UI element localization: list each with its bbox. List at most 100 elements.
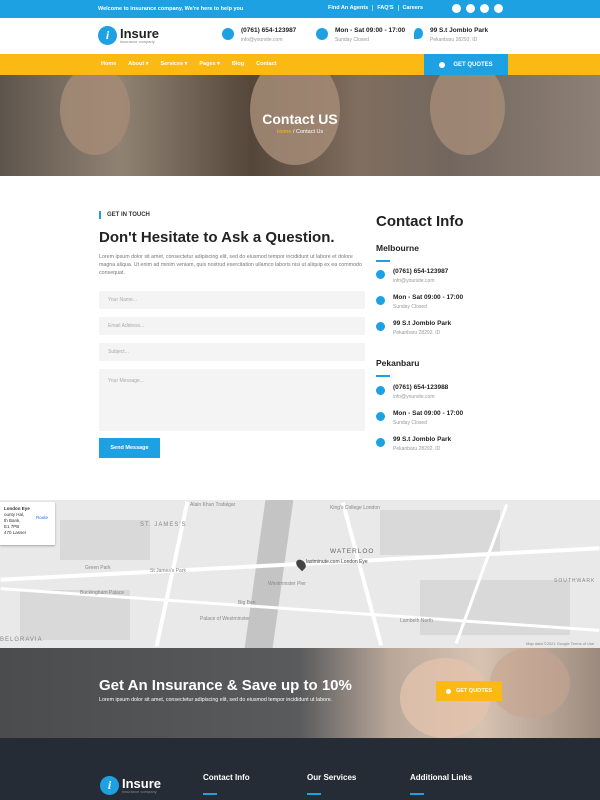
map-label: WATERLOO — [330, 548, 375, 555]
get-quotes-label: GET QUOTES — [453, 61, 493, 68]
nav-contact[interactable]: Contact — [256, 61, 276, 67]
link-careers[interactable]: Careers — [397, 5, 428, 11]
twitter-icon[interactable] — [466, 4, 475, 13]
breadcrumb-home[interactable]: Home — [277, 129, 292, 135]
user-icon — [445, 688, 451, 694]
logo-i-icon: i — [98, 26, 117, 45]
divider — [376, 375, 390, 377]
phone-icon — [376, 270, 385, 279]
facebook-icon[interactable] — [452, 4, 461, 13]
nav-pages[interactable]: Pages ▾ — [199, 61, 220, 67]
map-label: Alain Khun Trafalgar — [190, 502, 236, 508]
page-hero: Contact US Home / Contact Us — [0, 75, 600, 176]
cta-get-quotes-button[interactable]: GET QUOTES — [436, 681, 502, 701]
office-city: Melbourne — [376, 243, 419, 253]
link-faqs[interactable]: FAQ'S — [372, 5, 397, 11]
message-textarea[interactable]: Your Message... — [99, 369, 365, 431]
header-phone-number: (0761) 654-123987 — [241, 27, 297, 34]
send-message-button[interactable]: Send Message — [99, 438, 160, 458]
cta-button-label: GET QUOTES — [455, 688, 493, 694]
phone-text: (0761) 654-123988 — [393, 384, 449, 391]
office-hours: Mon - Sat 09:00 - 17:00 Sunday Closed — [376, 294, 463, 310]
phone-icon — [376, 386, 385, 395]
clock-icon — [316, 28, 328, 40]
footer-column-title: Contact Info — [203, 773, 250, 782]
hours-text: Mon - Sat 09:00 - 17:00 — [393, 410, 464, 417]
map-label: BELGRAVIA — [0, 637, 43, 643]
link-find-agents[interactable]: Find An Agents — [328, 5, 372, 11]
header-closed-text: Sunday Closed — [335, 37, 369, 43]
office-address: 99 S.t Jomblo Park Pekanbaru 28292. ID — [376, 436, 451, 452]
map-label: Lambeth North — [400, 618, 434, 624]
address-text: 99 S.t Jomblo Park — [393, 436, 452, 443]
section-kicker: GET IN TOUCH — [99, 211, 150, 219]
header: i Insure insurance company (0761) 654-12… — [0, 18, 600, 54]
map-label: St James's Park — [150, 568, 186, 574]
footer-column: Our Services — [307, 773, 356, 795]
nav-about[interactable]: About ▾ — [128, 61, 148, 67]
google-map[interactable]: Alain Khun Trafalgar ST. JAMES'S WATERLO… — [0, 500, 600, 648]
nav-home[interactable]: Home — [101, 61, 116, 67]
map-block — [60, 520, 150, 560]
zip-text: Pekanbaru 28292. ID — [393, 446, 441, 452]
youtube-icon[interactable] — [480, 4, 489, 13]
location-pin-icon — [376, 438, 385, 447]
contact-info-title: Contact Info — [376, 213, 464, 230]
user-icon — [439, 61, 446, 68]
map-label: Palace of Westminster — [200, 616, 250, 622]
map-label: ST. JAMES'S — [140, 522, 187, 528]
section-description: Lorem ipsum dolor sit amet, consectetur … — [99, 254, 362, 276]
top-links: Find An Agents FAQ'S Careers — [328, 5, 427, 11]
social-links — [452, 4, 503, 13]
cta-title: Get An Insurance & Save up to 10% — [99, 677, 352, 694]
subject-input[interactable]: Subject... — [99, 343, 365, 361]
phone-icon — [222, 28, 234, 40]
name-input[interactable]: Your Name... — [99, 291, 365, 309]
office-hours: Mon - Sat 09:00 - 17:00 Sunday Closed — [376, 410, 463, 426]
divider — [307, 793, 321, 795]
footer-logo[interactable]: i Insure insurance company — [100, 776, 161, 795]
map-label: Big Ben — [238, 600, 256, 606]
header-email: info@yoursite.com — [241, 37, 283, 43]
divider — [410, 793, 424, 795]
nav-blog[interactable]: Blog — [232, 61, 244, 67]
divider — [203, 793, 217, 795]
office-phone: (0761) 654-123987 info@yoursite.com — [376, 268, 448, 284]
location-pin-icon — [414, 28, 423, 39]
main-nav: Home About ▾ Services ▾ Pages ▾ Blog Con… — [0, 54, 600, 75]
office-address: 99 S.t Jomblo Park Pekanbaru 28292. ID — [376, 320, 451, 336]
whatsapp-icon[interactable] — [494, 4, 503, 13]
address-text: 99 S.t Jomblo Park — [393, 320, 452, 327]
logo-i-icon: i — [100, 776, 119, 795]
nav-services[interactable]: Services ▾ — [160, 61, 187, 67]
logo[interactable]: i Insure insurance company — [98, 26, 159, 45]
top-bar: Welcome to insurance company, We're here… — [0, 0, 600, 18]
clock-icon — [376, 296, 385, 305]
header-phone: (0761) 654-123987 info@yoursite.com — [222, 27, 296, 43]
map-label: King's College London — [330, 505, 380, 511]
footer-column: Contact Info — [203, 773, 250, 795]
footer-logo-tagline: insurance company — [122, 789, 157, 794]
divider — [376, 260, 390, 262]
map-copyright: Map data ©2021 Google Terms of Use — [526, 641, 595, 646]
get-quotes-button[interactable]: GET QUOTES — [424, 54, 508, 75]
footer-column: Additional Links — [410, 773, 472, 795]
map-label: SOUTHWARK — [554, 578, 596, 584]
closed-text: Sunday Closed — [393, 304, 427, 310]
footer-column-title: Our Services — [307, 773, 357, 782]
closed-text: Sunday Closed — [393, 420, 427, 426]
office-phone: (0761) 654-123988 info@yoursite.com — [376, 384, 448, 400]
header-hours-text: Mon - Sat 09:00 - 17:00 — [335, 27, 406, 34]
page-title: Contact US — [262, 111, 338, 127]
logo-tagline: insurance company — [120, 39, 155, 44]
map-label: Buckingham Palace — [80, 590, 125, 596]
footer: i Insure insurance company Contact Info … — [0, 738, 600, 800]
location-pin-icon — [376, 322, 385, 331]
email-input[interactable]: Email Address... — [99, 317, 365, 335]
breadcrumb-current: / Contact Us — [291, 129, 324, 135]
header-city-text: Pekanbaru 28292. ID — [430, 37, 478, 43]
route-link[interactable]: Route — [36, 515, 48, 521]
section-heading: Don't Hesitate to Ask a Question. — [99, 229, 335, 246]
map-label: Westminster Pier — [268, 581, 306, 587]
welcome-text: Welcome to insurance company, We're here… — [98, 6, 244, 12]
